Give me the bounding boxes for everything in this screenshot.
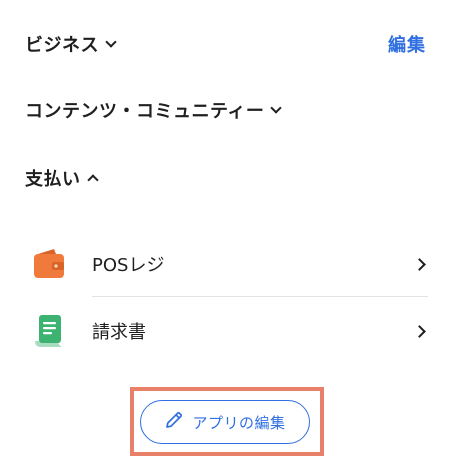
section-payments-toggle[interactable]: 支払い [25, 165, 99, 191]
section-payments-label: 支払い [25, 169, 81, 190]
section-content-community: コンテンツ・コミュニティー [25, 95, 426, 125]
edit-apps-button[interactable]: アプリの編集 [140, 400, 310, 444]
apps-page: ビジネス 編集 コンテンツ・コミュニティー 支払い POSレジ 請求書 アプリの… [0, 0, 450, 465]
wallet-icon [30, 245, 68, 283]
section-business: ビジネス 編集 [25, 29, 426, 59]
edit-button[interactable]: 編集 [388, 31, 426, 57]
chevron-down-icon [105, 35, 117, 48]
section-content-community-toggle[interactable]: コンテンツ・コミュニティー [25, 97, 283, 123]
chevron-up-icon [86, 174, 99, 186]
pencil-icon [164, 410, 184, 434]
app-row-pos[interactable]: POSレジ [30, 232, 428, 296]
chevron-down-icon [270, 101, 283, 114]
section-business-toggle[interactable]: ビジネス [25, 31, 117, 57]
app-row-invoice[interactable]: 請求書 [30, 299, 428, 363]
app-label: 請求書 [92, 322, 146, 343]
chevron-right-icon [413, 324, 426, 338]
edit-apps-label: アプリの編集 [192, 413, 286, 432]
invoice-icon [30, 312, 68, 350]
chevron-right-icon [413, 257, 426, 271]
section-payments: 支払い [25, 163, 426, 193]
section-business-label: ビジネス [25, 35, 99, 56]
section-content-community-label: コンテンツ・コミュニティー [25, 101, 265, 122]
divider [92, 296, 428, 297]
app-label: POSレジ [92, 255, 165, 276]
